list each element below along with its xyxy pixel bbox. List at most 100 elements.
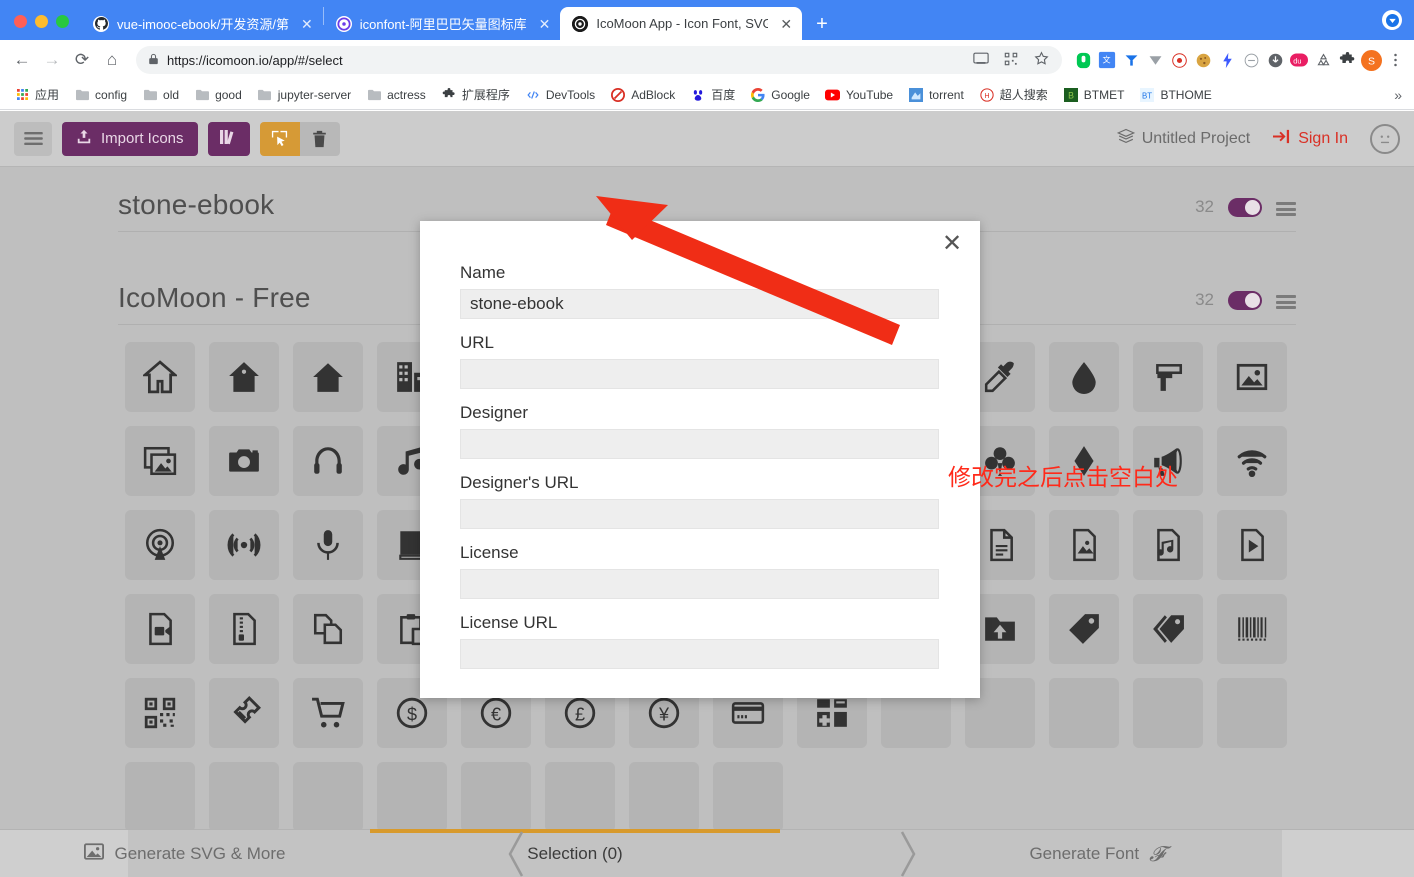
bookmark-jupyter-server[interactable]: jupyter-server	[251, 86, 357, 104]
close-tab-button[interactable]: ✕	[780, 17, 792, 31]
icon-cell-podcast[interactable]	[118, 503, 202, 587]
icon-cell-partial-3[interactable]	[1042, 671, 1126, 755]
bookmark-config[interactable]: config	[68, 86, 133, 104]
icon-cell-headphones[interactable]	[286, 419, 370, 503]
library-button[interactable]	[207, 121, 250, 156]
icon-cell-home[interactable]	[118, 335, 202, 419]
profile-avatar[interactable]: S	[1360, 49, 1382, 71]
icon-cell-partial-5[interactable]	[1210, 671, 1294, 755]
generate-font-button[interactable]: Generate Font 𝓕	[780, 830, 1414, 877]
icon-cell-connection[interactable]	[1210, 419, 1294, 503]
icon-cell-partial-11[interactable]	[538, 755, 622, 839]
icon-cell-qrcode[interactable]	[118, 671, 202, 755]
bookmark-good[interactable]: good	[188, 86, 248, 104]
bookmark-superman-search[interactable]: H 超人搜索	[973, 84, 1054, 105]
bookmark-apps[interactable]: 应用	[8, 84, 65, 105]
icon-cell-barcode[interactable]	[1210, 587, 1294, 671]
icon-cell-price-tag[interactable]	[1042, 587, 1126, 671]
set-name[interactable]: IcoMoon - Free	[118, 282, 311, 314]
icon-cell-partial-4[interactable]	[1126, 671, 1210, 755]
bookmark-btmet[interactable]: B BTMET	[1057, 86, 1131, 104]
bookmark-baidu[interactable]: 百度	[684, 84, 741, 105]
import-icons-button[interactable]: Import Icons	[62, 121, 198, 156]
sync-badge-icon[interactable]	[1382, 10, 1402, 30]
icon-cell-partial-12[interactable]	[622, 755, 706, 839]
icon-cell-ticket[interactable]	[202, 671, 286, 755]
hamburger-icon[interactable]	[14, 121, 52, 156]
bookmark-actress[interactable]: actress	[360, 86, 432, 104]
onetab-icon[interactable]	[1072, 49, 1094, 71]
set-toggle[interactable]	[1228, 291, 1262, 310]
icon-cell-partial-13[interactable]	[706, 755, 790, 839]
bookmark-torrent[interactable]: torrent	[902, 86, 970, 104]
icon-cell-file-music[interactable]	[1126, 503, 1210, 587]
icon-cell-cart[interactable]	[286, 671, 370, 755]
license-input[interactable]	[460, 569, 939, 599]
icon-cell-partial-6[interactable]	[118, 755, 202, 839]
icon-cell-mic[interactable]	[286, 503, 370, 587]
icon-cell-camera[interactable]	[202, 419, 286, 503]
set-menu-icon[interactable]	[1276, 202, 1296, 216]
icon-cell-partial-7[interactable]	[202, 755, 286, 839]
close-window-button[interactable]	[14, 15, 27, 28]
url-input[interactable]	[460, 359, 939, 389]
forward-button[interactable]: →	[38, 46, 66, 74]
browser-tab-1[interactable]: vue-imooc-ebook/开发资源/第三 ✕	[81, 7, 323, 40]
star-icon[interactable]	[1030, 51, 1052, 69]
icon-cell-partial-10[interactable]	[454, 755, 538, 839]
cast-icon[interactable]	[970, 52, 992, 68]
record-icon[interactable]	[1168, 49, 1190, 71]
bookmark-devtools[interactable]: DevTools	[519, 86, 601, 104]
name-input[interactable]: stone-ebook	[460, 289, 939, 319]
y-icon[interactable]	[1120, 49, 1142, 71]
icon-cell-feed[interactable]	[202, 503, 286, 587]
icon-cell-file-video[interactable]	[118, 587, 202, 671]
set-menu-icon[interactable]	[1276, 295, 1296, 309]
recycle-icon[interactable]	[1312, 49, 1334, 71]
hyphen-icon[interactable]	[1240, 49, 1262, 71]
new-tab-button[interactable]: +	[802, 14, 842, 40]
icon-cell-home3[interactable]	[286, 335, 370, 419]
set-name[interactable]: stone-ebook	[118, 189, 274, 221]
generate-svg-button[interactable]: Generate SVG & More	[0, 830, 370, 877]
icon-cell-images[interactable]	[118, 419, 202, 503]
puzzle-icon[interactable]	[1336, 49, 1358, 71]
close-tab-button[interactable]: ✕	[539, 17, 551, 31]
baidu-netdisk-icon[interactable]: du	[1288, 49, 1310, 71]
google-translate-icon[interactable]: 文	[1096, 49, 1118, 71]
sign-in-button[interactable]: Sign In	[1272, 128, 1348, 150]
bookmark-old[interactable]: old	[136, 86, 185, 104]
close-modal-button[interactable]: ✕	[938, 229, 966, 257]
reload-button[interactable]: ⟳	[68, 46, 96, 74]
designers-url-input[interactable]	[460, 499, 939, 529]
qr-icon[interactable]	[1000, 52, 1022, 69]
icon-cell-image[interactable]	[1210, 335, 1294, 419]
download-icon[interactable]	[1264, 49, 1286, 71]
icon-cell-copy[interactable]	[286, 587, 370, 671]
icon-cell-file-zip[interactable]	[202, 587, 286, 671]
minimize-window-button[interactable]	[35, 15, 48, 28]
kebab-menu-icon[interactable]	[1384, 49, 1406, 71]
license-url-input[interactable]	[460, 639, 939, 669]
icon-cell-partial-8[interactable]	[286, 755, 370, 839]
address-bar[interactable]: https://icomoon.io/app/#/select	[136, 46, 1062, 74]
bookmark-google[interactable]: Google	[744, 86, 816, 104]
icon-cell-file-play[interactable]	[1210, 503, 1294, 587]
bookmarks-overflow-button[interactable]: »	[1394, 87, 1406, 103]
v-icon[interactable]	[1144, 49, 1166, 71]
icon-cell-partial-9[interactable]	[370, 755, 454, 839]
icon-cell-file-picture[interactable]	[1042, 503, 1126, 587]
home-button[interactable]: ⌂	[98, 46, 126, 74]
cursor-select-icon[interactable]	[259, 121, 300, 156]
cookie-icon[interactable]	[1192, 49, 1214, 71]
trash-icon[interactable]	[299, 121, 340, 156]
icon-cell-price-tags[interactable]	[1126, 587, 1210, 671]
designer-input[interactable]	[460, 429, 939, 459]
selection-tab[interactable]: Selection (0)	[370, 829, 780, 877]
bookmark-adblock[interactable]: AdBlock	[604, 86, 681, 104]
lightning-icon[interactable]	[1216, 49, 1238, 71]
browser-tab-2[interactable]: iconfont-阿里巴巴矢量图标库 ✕	[324, 7, 561, 40]
maximize-window-button[interactable]	[56, 15, 69, 28]
icon-cell-paint-format[interactable]	[1126, 335, 1210, 419]
project-selector[interactable]: Untitled Project	[1116, 128, 1250, 150]
